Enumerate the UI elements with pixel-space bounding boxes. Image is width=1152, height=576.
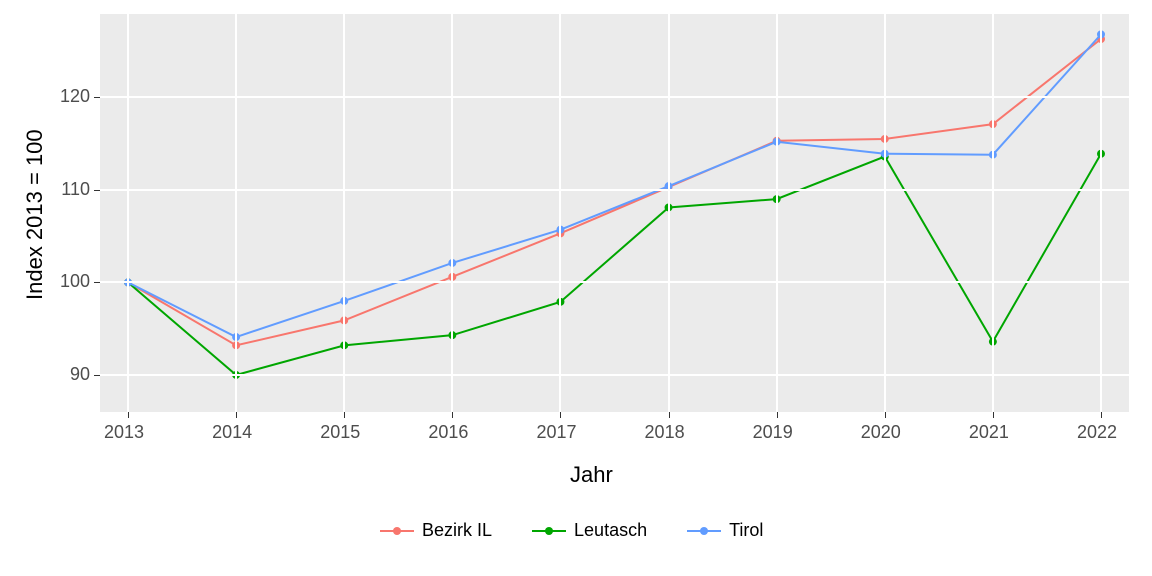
legend-dot-icon bbox=[393, 527, 401, 535]
grid-line-x bbox=[235, 14, 237, 412]
x-tick bbox=[128, 412, 129, 418]
grid-line-x bbox=[127, 14, 129, 412]
legend-item-leutasch: Leutasch bbox=[532, 520, 647, 541]
x-tick bbox=[452, 412, 453, 418]
legend: Bezirk IL Leutasch Tirol bbox=[380, 520, 763, 541]
grid-line-x bbox=[884, 14, 886, 412]
x-tick bbox=[344, 412, 345, 418]
legend-swatch bbox=[532, 530, 566, 532]
x-tick-label: 2021 bbox=[969, 422, 1009, 443]
grid-line-y bbox=[100, 374, 1129, 376]
grid-line-x bbox=[559, 14, 561, 412]
x-tick-label: 2022 bbox=[1077, 422, 1117, 443]
y-tick bbox=[94, 375, 100, 376]
y-tick-label: 100 bbox=[40, 271, 90, 292]
legend-item-bezirk-il: Bezirk IL bbox=[380, 520, 492, 541]
grid-line-x bbox=[343, 14, 345, 412]
y-tick bbox=[94, 282, 100, 283]
legend-label: Leutasch bbox=[574, 520, 647, 541]
x-tick bbox=[560, 412, 561, 418]
x-tick bbox=[993, 412, 994, 418]
x-tick-label: 2016 bbox=[428, 422, 468, 443]
legend-dot-icon bbox=[700, 527, 708, 535]
x-tick bbox=[885, 412, 886, 418]
x-tick-label: 2019 bbox=[753, 422, 793, 443]
grid-line-y bbox=[100, 281, 1129, 283]
y-tick-label: 110 bbox=[40, 179, 90, 200]
x-tick-label: 2013 bbox=[104, 422, 144, 443]
grid-line-x bbox=[776, 14, 778, 412]
chart-container: Index 2013 = 100 Jahr Bezirk ILLeutaschT… bbox=[0, 0, 1152, 576]
legend-label: Bezirk IL bbox=[422, 520, 492, 541]
x-tick-label: 2015 bbox=[320, 422, 360, 443]
grid-line-x bbox=[992, 14, 994, 412]
y-tick-label: 90 bbox=[40, 364, 90, 385]
x-tick-label: 2020 bbox=[861, 422, 901, 443]
y-tick bbox=[94, 97, 100, 98]
grid-line-x bbox=[668, 14, 670, 412]
x-tick bbox=[777, 412, 778, 418]
series-line-leutasch bbox=[128, 154, 1101, 375]
series-line-bezirk-il bbox=[128, 39, 1101, 345]
x-tick bbox=[236, 412, 237, 418]
legend-swatch bbox=[687, 530, 721, 532]
grid-line-y bbox=[100, 189, 1129, 191]
plot-svg bbox=[0, 0, 1152, 576]
series-line-tirol bbox=[128, 34, 1101, 337]
legend-swatch bbox=[380, 530, 414, 532]
x-tick bbox=[1101, 412, 1102, 418]
x-tick-label: 2018 bbox=[645, 422, 685, 443]
x-tick-label: 2017 bbox=[536, 422, 576, 443]
grid-line-x bbox=[1100, 14, 1102, 412]
grid-line-x bbox=[451, 14, 453, 412]
grid-line-y bbox=[100, 96, 1129, 98]
x-tick-label: 2014 bbox=[212, 422, 252, 443]
legend-dot-icon bbox=[545, 527, 553, 535]
x-axis-title: Jahr bbox=[570, 462, 613, 488]
y-tick-label: 120 bbox=[40, 86, 90, 107]
legend-label: Tirol bbox=[729, 520, 763, 541]
legend-item-tirol: Tirol bbox=[687, 520, 763, 541]
y-tick bbox=[94, 190, 100, 191]
x-tick bbox=[669, 412, 670, 418]
